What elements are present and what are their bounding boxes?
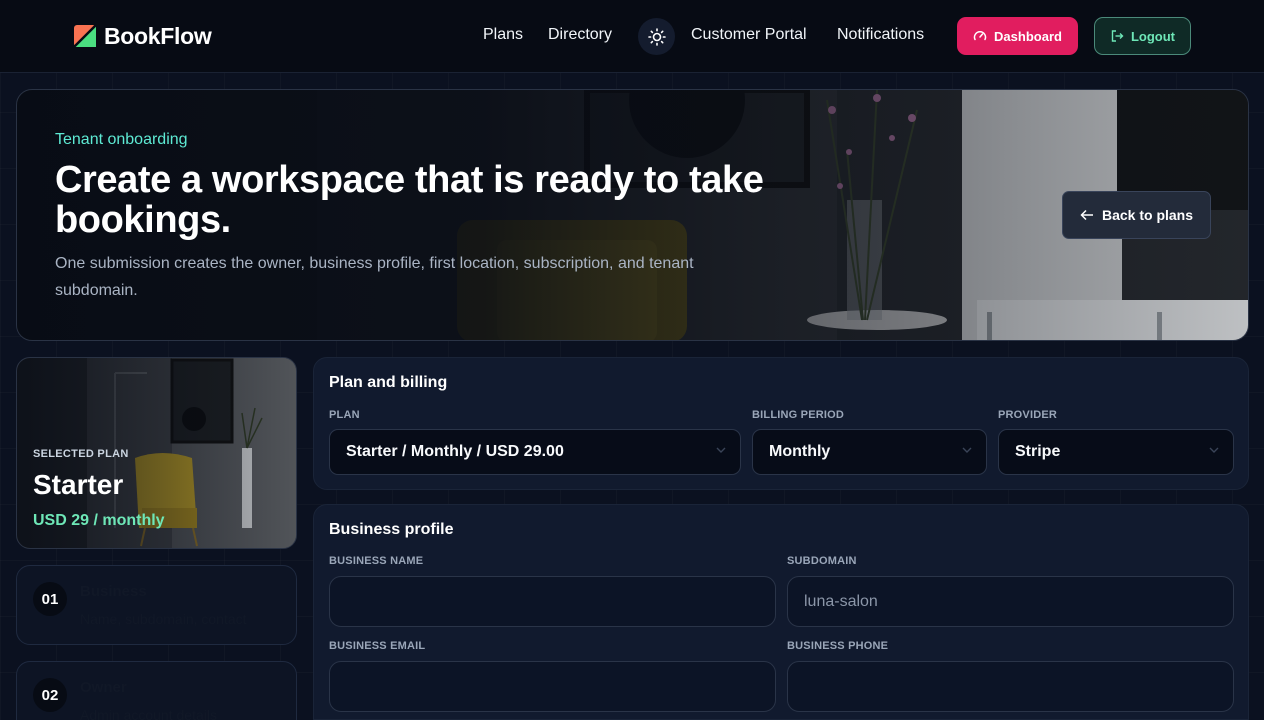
chevron-down-icon	[716, 447, 726, 453]
plan-billing-title: Plan and billing	[329, 374, 448, 391]
chevron-down-icon	[962, 447, 972, 453]
selected-plan-price: USD 29 / monthly	[33, 512, 165, 529]
chevron-down-icon	[1209, 447, 1219, 453]
business-phone-input[interactable]	[787, 661, 1234, 712]
business-profile-title: Business profile	[329, 521, 454, 538]
selected-plan-name: Starter	[33, 469, 124, 500]
selected-plan-card: SELECTED PLAN Starter USD 29 / monthly	[16, 357, 297, 549]
billing-period-select[interactable]: Monthly	[752, 429, 987, 475]
dashboard-label: Dashboard	[994, 28, 1062, 44]
logout-icon	[1111, 30, 1124, 42]
gauge-icon	[973, 30, 987, 41]
back-to-plans-label: Back to plans	[1101, 207, 1194, 223]
hero-eyebrow: Tenant onboarding	[55, 131, 188, 148]
brand-name: BookFlow	[104, 22, 212, 49]
step-number: 02	[33, 678, 67, 712]
business-phone-label: BUSINESS PHONE	[787, 640, 889, 652]
nav-link-directory[interactable]: Directory	[548, 26, 612, 44]
sun-icon	[647, 27, 666, 46]
plan-label: PLAN	[329, 409, 360, 421]
page-title: Create a workspace that is ready to take…	[55, 159, 764, 241]
step-title: Owner	[80, 679, 127, 696]
plan-billing-panel: Plan and billing PLAN Starter / Monthly …	[313, 357, 1249, 490]
brand[interactable]: BookFlow	[74, 22, 212, 49]
business-name-label: BUSINESS NAME	[329, 555, 424, 567]
business-email-input[interactable]	[329, 661, 776, 712]
dashboard-button[interactable]: Dashboard	[957, 17, 1078, 55]
billing-period-label: BILLING PERIOD	[752, 409, 845, 421]
plan-select[interactable]: Starter / Monthly / USD 29.00	[329, 429, 741, 475]
step-business[interactable]: 01 Business Name, subdomain, contact	[16, 565, 297, 645]
logout-button[interactable]: Logout	[1094, 17, 1191, 55]
nav-link-plans[interactable]: Plans	[483, 26, 523, 44]
step-subtitle: Name, subdomain, contact	[80, 611, 247, 627]
subdomain-label: SUBDOMAIN	[787, 555, 857, 567]
subdomain-input[interactable]	[787, 576, 1234, 627]
plan-select-value: Starter / Monthly / USD 29.00	[346, 443, 564, 460]
billing-period-value: Monthly	[769, 443, 831, 460]
step-title: Business	[80, 583, 147, 600]
business-name-input[interactable]	[329, 576, 776, 627]
business-email-label: BUSINESS EMAIL	[329, 640, 426, 652]
provider-label: PROVIDER	[998, 409, 1058, 421]
theme-toggle-button[interactable]	[638, 18, 675, 55]
hero-description: One submission creates the owner, busine…	[55, 255, 694, 299]
step-owner[interactable]: 02 Owner Admin account details	[16, 661, 297, 720]
selected-plan-eyebrow: SELECTED PLAN	[33, 448, 129, 460]
step-number: 01	[33, 582, 67, 616]
brand-logo-icon	[74, 25, 96, 47]
logout-label: Logout	[1130, 28, 1176, 44]
nav-link-customer-portal[interactable]: Customer Portal	[691, 26, 807, 44]
hero-banner: Tenant onboarding Create a workspace tha…	[16, 89, 1249, 341]
business-profile-panel: Business profile BUSINESS NAME SUBDOMAIN…	[313, 504, 1249, 720]
arrow-left-icon	[1080, 209, 1093, 221]
nav-link-notifications[interactable]: Notifications	[837, 26, 924, 44]
top-navbar: BookFlow Plans Directory Customer Portal…	[0, 0, 1264, 73]
back-to-plans-button[interactable]: Back to plans	[1062, 191, 1211, 239]
provider-value: Stripe	[1015, 443, 1061, 460]
provider-select[interactable]: Stripe	[998, 429, 1234, 475]
step-subtitle: Admin account details	[80, 707, 217, 720]
